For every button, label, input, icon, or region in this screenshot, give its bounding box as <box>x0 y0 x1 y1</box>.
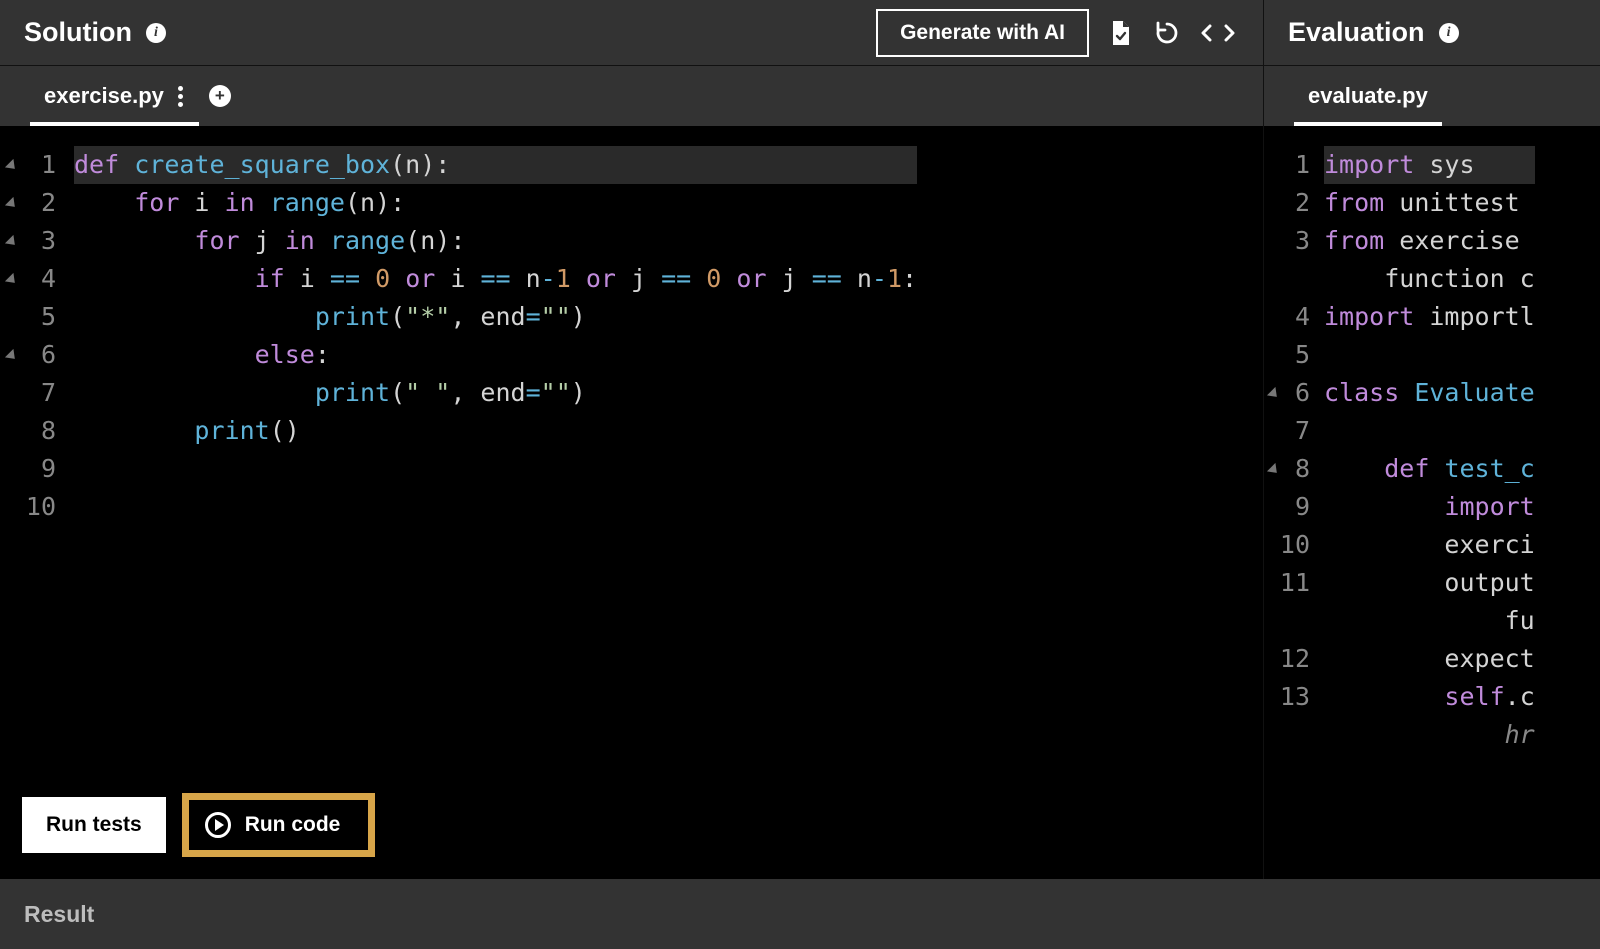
file-icon[interactable] <box>1109 19 1133 47</box>
info-icon[interactable]: i <box>1439 23 1459 43</box>
run-code-button[interactable]: Run code <box>182 793 376 857</box>
line-gutter: 123 4567891011 1213 <box>1264 146 1324 754</box>
line-gutter: 12345678910 <box>0 146 74 526</box>
code-content[interactable]: def create_square_box(n): for i in range… <box>74 146 917 526</box>
play-icon <box>205 812 231 838</box>
reset-icon[interactable] <box>1153 19 1181 47</box>
solution-editor[interactable]: 12345678910 def create_square_box(n): fo… <box>0 126 1264 879</box>
solution-title: Solution <box>24 17 132 48</box>
evaluation-editor[interactable]: 123 4567891011 1213 import sysfrom unitt… <box>1264 126 1600 879</box>
expand-icon[interactable] <box>1201 23 1235 43</box>
run-code-label: Run code <box>245 813 341 837</box>
evaluation-title: Evaluation <box>1288 17 1425 48</box>
result-title: Result <box>24 901 94 928</box>
tab-exercise-py[interactable]: exercise.py <box>30 66 199 126</box>
info-icon[interactable]: i <box>146 23 166 43</box>
run-tests-button[interactable]: Run tests <box>22 797 166 853</box>
generate-with-ai-button[interactable]: Generate with AI <box>876 9 1089 57</box>
tab-label: exercise.py <box>44 83 164 109</box>
code-content[interactable]: import sysfrom unittestfrom exercise fun… <box>1324 146 1535 754</box>
tab-label: evaluate.py <box>1308 83 1428 109</box>
evaluation-panel-header: Evaluation i <box>1264 0 1600 65</box>
result-panel-header[interactable]: Result <box>0 879 1600 949</box>
tab-evaluate-py[interactable]: evaluate.py <box>1294 66 1442 126</box>
more-icon[interactable] <box>176 86 185 107</box>
solution-panel-header: Solution i Generate with AI <box>0 0 1264 65</box>
add-tab-icon[interactable]: + <box>209 85 231 107</box>
